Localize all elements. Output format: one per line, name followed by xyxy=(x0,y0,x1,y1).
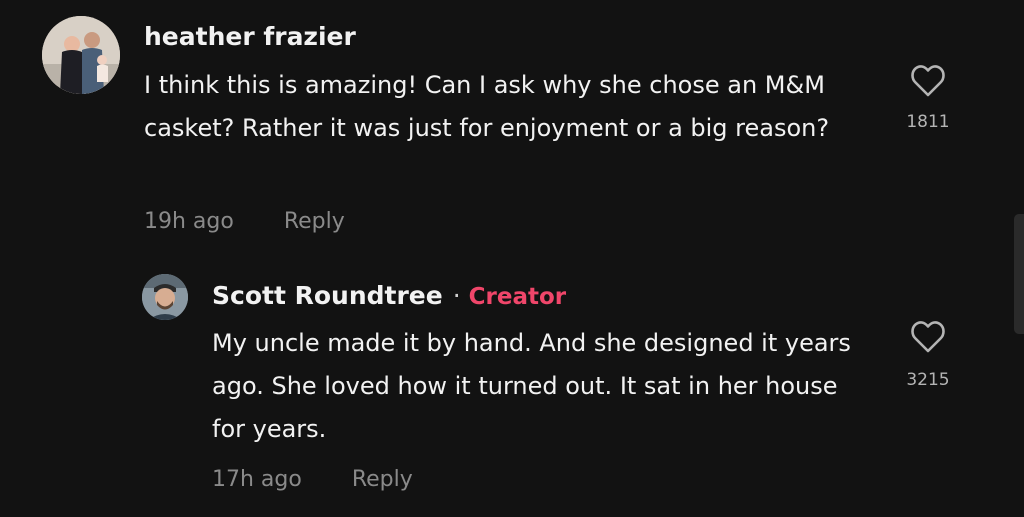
comment-author[interactable]: heather frazier xyxy=(144,22,356,51)
creator-avatar[interactable] xyxy=(142,274,188,320)
comment-text: I think this is amazing! Can I ask why s… xyxy=(144,71,830,142)
commenter-avatar[interactable] xyxy=(42,16,120,94)
like-count: 3215 xyxy=(906,370,950,390)
comment-meta: 19h ago Reply xyxy=(144,209,345,234)
like-button[interactable]: 1811 xyxy=(898,64,958,132)
creator-badge: Creator xyxy=(468,284,567,310)
heart-icon xyxy=(911,65,945,97)
avatar-photo-icon xyxy=(142,274,188,320)
comment-timestamp: 19h ago xyxy=(144,209,234,234)
reply-button[interactable]: Reply xyxy=(352,467,413,492)
separator-dot: · xyxy=(452,281,461,310)
avatar-photo-icon xyxy=(42,16,120,94)
comment-meta: 17h ago Reply xyxy=(212,467,413,492)
comment-text: My uncle made it by hand. And she design… xyxy=(212,329,851,443)
heart-icon xyxy=(911,321,945,353)
reply-button[interactable]: Reply xyxy=(284,209,345,234)
author-name[interactable]: Scott Roundtree xyxy=(212,281,443,310)
like-count: 1811 xyxy=(906,112,950,132)
comment-timestamp: 17h ago xyxy=(212,467,302,492)
comment-author: Scott Roundtree · Creator xyxy=(212,281,566,310)
comment-thread: heather frazier I think this is amazing!… xyxy=(0,0,1024,517)
scrollbar[interactable] xyxy=(1014,214,1024,334)
like-button[interactable]: 3215 xyxy=(898,320,958,390)
